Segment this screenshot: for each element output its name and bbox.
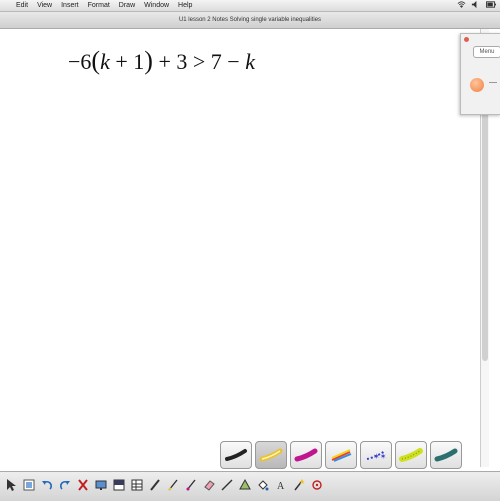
undo-icon[interactable]	[40, 477, 54, 493]
panel-close-icon[interactable]	[464, 37, 469, 42]
line-tool-icon[interactable]	[220, 477, 234, 493]
window-title-bar[interactable]: U1 lesson 2 Notes Solving single variabl…	[0, 12, 500, 29]
properties-panel[interactable]: Menu	[460, 33, 500, 115]
creative-pen-icon[interactable]	[184, 477, 198, 493]
menu-view[interactable]: View	[37, 0, 52, 11]
magic-pen-icon[interactable]	[292, 477, 306, 493]
pen-slot-texture[interactable]	[395, 441, 427, 469]
menu-bar: Edit View Insert Format Draw Window Help	[0, 0, 500, 12]
menu-format[interactable]: Format	[88, 0, 110, 11]
pen-slot-magenta[interactable]	[290, 441, 322, 469]
pen-slot-calligraphy[interactable]	[220, 441, 252, 469]
delete-icon[interactable]	[76, 477, 90, 493]
menu-insert[interactable]: Insert	[61, 0, 79, 11]
select-arrow-icon[interactable]	[4, 477, 18, 493]
pen-slot-star[interactable]: ✶✶	[360, 441, 392, 469]
pen-slot-rainbow[interactable]	[325, 441, 357, 469]
screen-shade-icon[interactable]	[112, 477, 126, 493]
plus-one: + 1	[109, 49, 145, 74]
teal-pen-icon	[434, 448, 458, 462]
screen-display-icon[interactable]	[94, 477, 108, 493]
rest-of-expression: + 3 > 7 −	[152, 49, 246, 74]
calligraphy-pen-icon	[225, 449, 247, 461]
pen-slot-highlighter[interactable]	[255, 441, 287, 469]
pen-tray: ✶✶	[220, 441, 480, 469]
highlighter-tool-icon[interactable]	[166, 477, 180, 493]
svg-text:✶✶: ✶✶	[373, 452, 386, 461]
pointer-icon[interactable]	[310, 477, 324, 493]
page-sorter-icon[interactable]	[22, 477, 36, 493]
menu-help[interactable]: Help	[178, 0, 192, 11]
variable-k-rhs: k	[245, 49, 255, 74]
battery-icon[interactable]	[485, 0, 497, 9]
menu-window[interactable]: Window	[144, 0, 169, 11]
magenta-pen-icon	[294, 448, 318, 462]
texture-pen-icon	[399, 448, 423, 462]
svg-text:A: A	[277, 481, 285, 492]
highlighter-pen-icon	[259, 448, 283, 462]
shape-tool-icon[interactable]	[238, 477, 252, 493]
whiteboard-canvas[interactable]: −6(k + 1) + 3 > 7 − k	[0, 29, 480, 467]
variable-k: k	[100, 49, 110, 74]
panel-divider	[489, 82, 497, 83]
wifi-icon[interactable]	[457, 0, 466, 9]
open-paren: (	[91, 46, 101, 75]
menu-draw[interactable]: Draw	[119, 0, 135, 11]
menu-edit[interactable]: Edit	[16, 0, 28, 11]
bottom-toolbar: A	[0, 471, 500, 501]
redo-icon[interactable]	[58, 477, 72, 493]
inequality-expression[interactable]: −6(k + 1) + 3 > 7 − k	[68, 46, 255, 76]
window-title: U1 lesson 2 Notes Solving single variabl…	[178, 17, 322, 23]
close-paren: )	[144, 46, 153, 75]
panel-menu-button[interactable]: Menu	[473, 46, 500, 58]
rainbow-pen-icon	[331, 449, 352, 462]
fill-tool-icon[interactable]	[256, 477, 270, 493]
star-pen-icon: ✶✶	[366, 450, 386, 461]
volume-icon[interactable]	[471, 0, 480, 9]
eraser-icon[interactable]	[202, 477, 216, 493]
pen-tool-icon[interactable]	[148, 477, 162, 493]
text-tool-icon[interactable]: A	[274, 477, 288, 493]
color-swatch[interactable]	[470, 78, 484, 92]
table-icon[interactable]	[130, 477, 144, 493]
coefficient: −6	[68, 49, 92, 74]
pen-slot-teal[interactable]	[430, 441, 462, 469]
